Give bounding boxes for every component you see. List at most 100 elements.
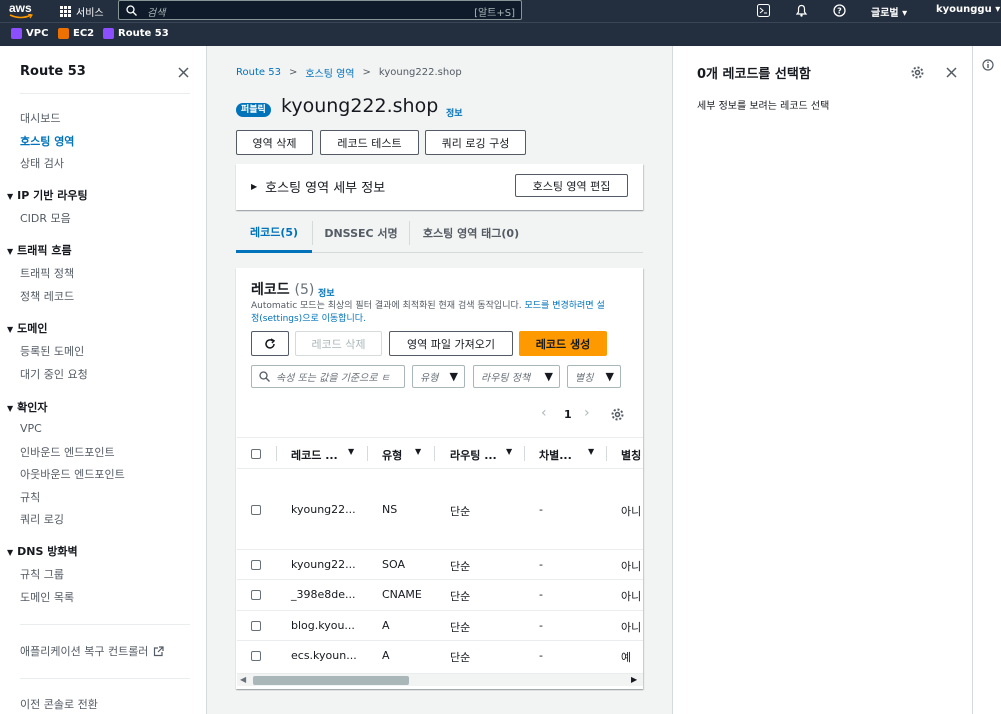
search-icon (126, 5, 137, 16)
close-icon[interactable] (946, 67, 957, 78)
column-header-routing[interactable]: 라우팅 ... ▼ (450, 447, 512, 463)
routing-policy-filter-select[interactable]: 라우팅 정책 ▼ (473, 365, 560, 388)
create-record-button[interactable]: 레코드 생성 (519, 331, 607, 356)
cell-type: NS (382, 503, 398, 516)
sidebar-group-resolver[interactable]: ▼ 확인자 (7, 399, 48, 415)
sidebar-item-cidr[interactable]: CIDR 모음 (20, 210, 71, 226)
row-checkbox[interactable] (251, 505, 261, 515)
column-header-record-name[interactable]: 레코드 ... ▼ (291, 447, 354, 463)
breadcrumb-hosted-zones[interactable]: 호스팅 영역 (305, 65, 354, 80)
cell-routing: 단순 (450, 621, 471, 634)
favorites-bar: VPC EC2 Route 53 (0, 22, 1001, 46)
sidebar-item-domain-lists[interactable]: 도메인 목록 (20, 589, 74, 605)
row-checkbox[interactable] (251, 621, 261, 631)
sidebar-item-arc[interactable]: 애플리케이션 복구 컨트롤러 (20, 643, 165, 659)
scroll-left-arrow-icon[interactable]: ◀ (240, 675, 246, 684)
close-icon[interactable] (178, 67, 189, 78)
sidebar-item-query-logging[interactable]: 쿼리 로깅 (20, 511, 64, 527)
records-title: 레코드 (5) (251, 282, 315, 298)
row-checkbox[interactable] (251, 651, 261, 661)
sidebar-group-dns-firewall[interactable]: ▼ DNS 방화벽 (7, 543, 78, 559)
type-filter-select[interactable]: 유형 ▼ (412, 365, 465, 388)
refresh-button[interactable] (251, 331, 289, 356)
sidebar-item-old-console[interactable]: 이전 콘솔로 전환 (20, 696, 98, 712)
settings-link-cont[interactable]: 정(settings)으로 이동합니다. (251, 314, 366, 324)
page-number[interactable]: 1 (564, 408, 572, 421)
delete-zone-button[interactable]: 영역 삭제 (236, 130, 313, 155)
row-divider (237, 610, 643, 611)
refresh-icon (265, 337, 276, 349)
cell-alias: 아니 (621, 505, 642, 518)
row-checkbox[interactable] (251, 560, 261, 570)
sidebar-item-inbound-endpoints[interactable]: 인바운드 엔드포인트 (20, 444, 115, 460)
tab-dnssec[interactable]: DNSSEC 서명 (313, 213, 409, 253)
favorite-vpc[interactable]: VPC (11, 28, 48, 39)
previous-page-icon[interactable]: ‹ (541, 405, 547, 421)
favorite-route53[interactable]: Route 53 (103, 28, 169, 39)
scroll-right-arrow-icon[interactable]: ▶ (631, 675, 637, 684)
sidebar-item-vpc[interactable]: VPC (20, 422, 42, 435)
notifications-bell-icon[interactable] (795, 4, 808, 17)
info-link[interactable]: 정보 (446, 106, 463, 119)
cell-type: A (382, 619, 390, 632)
delete-record-button[interactable]: 레코드 삭제 (295, 331, 382, 356)
sidebar-item-pending-requests[interactable]: 대기 중인 요청 (20, 366, 88, 382)
column-header-alias[interactable]: 별칭 (621, 447, 643, 463)
configure-query-logging-button[interactable]: 쿼리 로깅 구성 (425, 130, 526, 155)
details-expander[interactable]: ▶ 호스팅 영역 세부 정보 (251, 177, 385, 196)
sidebar-group-domains[interactable]: ▼ 도메인 (7, 320, 48, 336)
sidebar-group-ip-routing[interactable]: ▼ IP 기반 라우팅 (7, 187, 88, 203)
sidebar-item-traffic-policies[interactable]: 트래픽 정책 (20, 265, 74, 281)
row-checkbox[interactable] (251, 590, 261, 600)
select-all-checkbox[interactable] (251, 449, 261, 459)
sidebar-item-dashboard[interactable]: 대시보드 (20, 110, 60, 126)
sidebar-item-registered-domains[interactable]: 등록된 도메인 (20, 343, 84, 359)
chevron-right-icon: > (362, 67, 371, 78)
col-divider (524, 446, 525, 461)
region-selector[interactable]: 글로벌 ▾ (871, 4, 907, 19)
records-info-link[interactable]: 정보 (318, 286, 335, 299)
col-divider (367, 446, 368, 461)
edit-hosted-zone-button[interactable]: 호스팅 영역 편집 (515, 174, 628, 197)
services-menu[interactable]: 서비스 (60, 4, 104, 19)
import-zone-file-button[interactable]: 영역 파일 가져오기 (389, 331, 513, 356)
sidebar-item-policy-records[interactable]: 정책 레코드 (20, 288, 74, 304)
preferences-gear-icon[interactable] (911, 66, 924, 79)
sidebar-item-health-checks[interactable]: 상태 검사 (20, 155, 64, 171)
caret-down-icon: ▼ (605, 370, 614, 383)
aws-logo[interactable]: aws (9, 1, 35, 19)
info-circle-icon[interactable] (982, 59, 994, 71)
sidebar-group-traffic-flow[interactable]: ▼ 트래픽 흐름 (7, 242, 72, 258)
tab-tags[interactable]: 호스팅 영역 태그(0) (410, 213, 532, 253)
sidebar-item-outbound-endpoints[interactable]: 아웃바운드 엔드포인트 (20, 466, 125, 482)
col-divider (276, 446, 277, 461)
sidebar-item-rules[interactable]: 규칙 (20, 489, 40, 505)
tab-records[interactable]: 레코드(5) (236, 213, 312, 253)
column-header-differentiator[interactable]: 차별... ▼ (539, 447, 594, 463)
next-page-icon[interactable]: › (584, 405, 590, 421)
sidebar-item-hosted-zones[interactable]: 호스팅 영역 (20, 133, 74, 149)
search-box[interactable]: 검색 [알트+S] (118, 0, 522, 20)
horizontal-scrollbar[interactable]: ◀ ▶ (237, 673, 643, 686)
help-icon[interactable]: ? (833, 4, 846, 17)
sidebar-title[interactable]: Route 53 (20, 64, 86, 79)
cell-alias: 예 (621, 651, 632, 664)
favorite-ec2[interactable]: EC2 (58, 28, 94, 39)
column-header-type[interactable]: 유형 ▼ (382, 447, 421, 463)
sidebar-divider (20, 678, 190, 679)
settings-link[interactable]: 모드를 변경하려면 설 (525, 301, 605, 311)
svg-text:?: ? (837, 7, 842, 16)
cloudshell-icon[interactable] (757, 4, 770, 17)
filter-input[interactable]: 속성 또는 값을 기준으로 ㅌ (251, 365, 405, 388)
table-settings-gear-icon[interactable] (611, 408, 624, 421)
scrollbar-thumb[interactable] (253, 676, 409, 685)
test-record-button[interactable]: 레코드 테스트 (320, 130, 419, 155)
sidebar-item-rule-groups[interactable]: 규칙 그룹 (20, 566, 64, 582)
alias-filter-select[interactable]: 별칭 ▼ (567, 365, 621, 388)
caret-down-icon: ▼ (7, 325, 14, 334)
cell-routing: 단순 (450, 560, 471, 573)
breadcrumb-route53[interactable]: Route 53 (236, 67, 281, 78)
account-menu[interactable]: kyounggu ▾ (936, 4, 1000, 15)
cell-differentiator: - (539, 558, 543, 571)
search-icon (259, 371, 270, 382)
